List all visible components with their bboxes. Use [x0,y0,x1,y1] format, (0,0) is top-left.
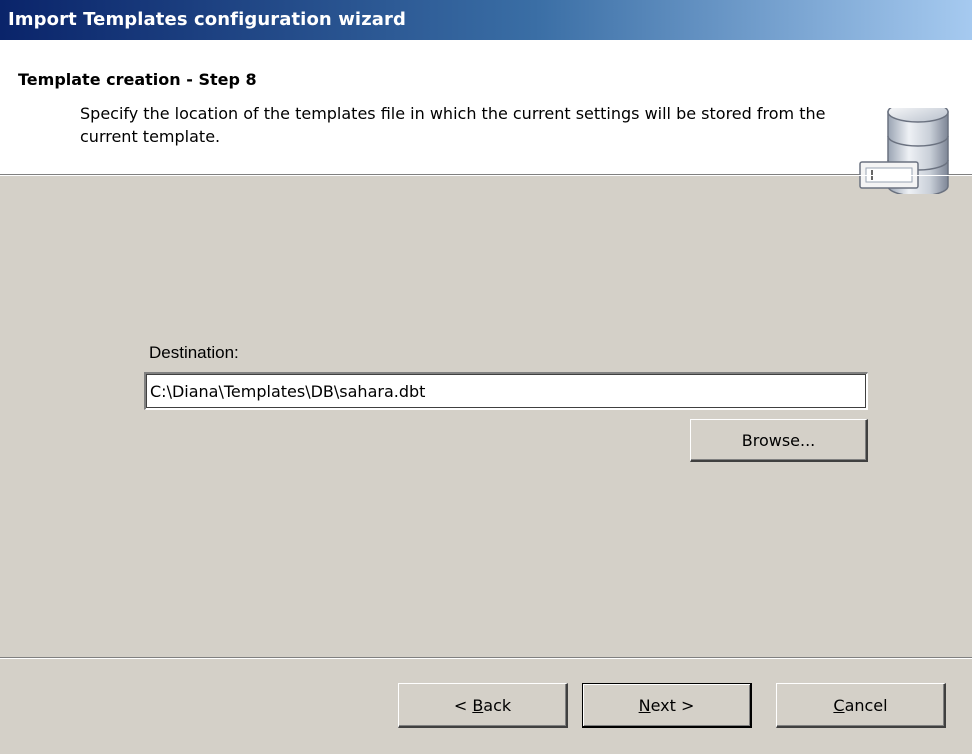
title-bar[interactable]: Import Templates configuration wizard [0,0,972,40]
wizard-header: Template creation - Step 8 Specify the l… [0,40,972,194]
cancel-label-rest: ancel [844,695,888,715]
step-title: Template creation - Step 8 [18,70,257,89]
wizard-window: Import Templates configuration wizard Te… [0,0,972,754]
back-label-rest: ack [483,695,512,715]
cancel-accelerator: C [833,695,845,715]
cancel-button[interactable]: Cancel [776,683,946,728]
destination-label: Destination: [149,343,239,362]
back-accelerator: B [472,695,484,715]
back-prefix: < [453,695,473,715]
footer-separator [0,657,972,659]
step-description: Specify the location of the templates fi… [80,104,826,146]
next-accelerator: N [638,695,651,715]
back-button[interactable]: < Back [398,683,568,728]
next-label-rest: ext > [650,695,695,715]
destination-input[interactable] [144,372,868,410]
browse-button[interactable]: Browse... [690,419,868,462]
next-button[interactable]: Next > [582,683,752,728]
wizard-content: Destination: Browse... [0,176,972,656]
